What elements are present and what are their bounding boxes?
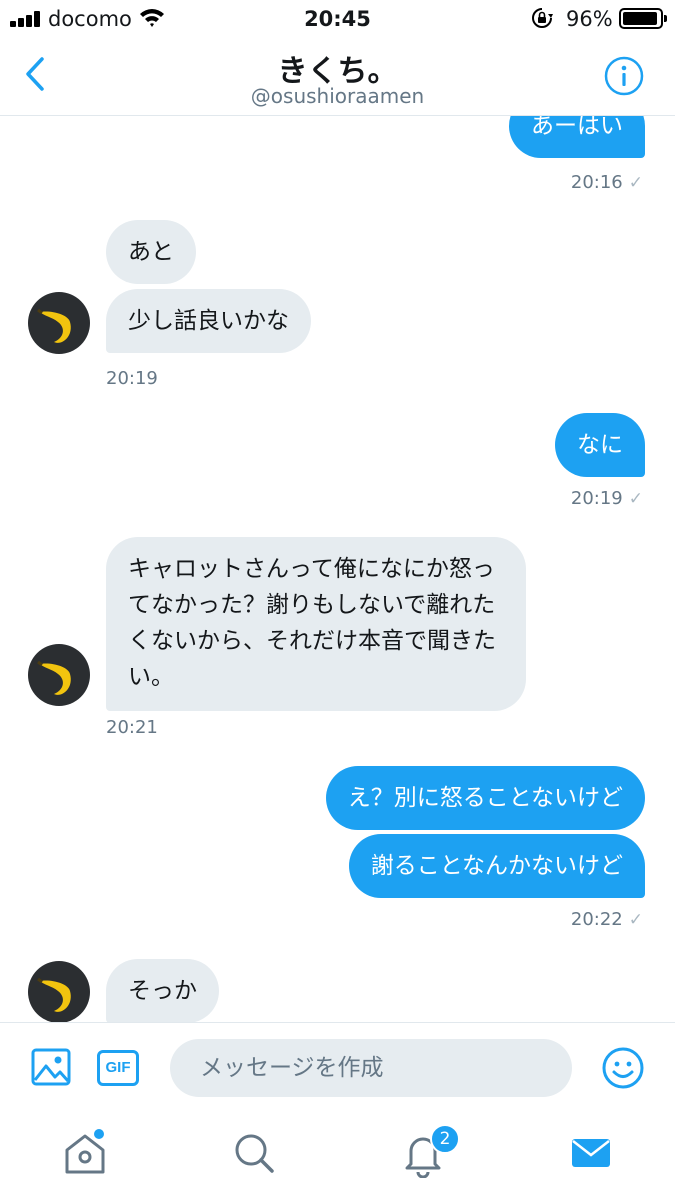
message-bubble-incoming[interactable]: キャロットさんって俺になにか怒ってなかった？謝りもしないで離れたくないから、それ… xyxy=(106,537,526,711)
message-bubble-incoming[interactable]: 少し話良いかな xyxy=(106,289,311,353)
message-timestamp: 20:16 ✓ xyxy=(570,172,643,193)
message-bubble-outgoing[interactable]: あーはい xyxy=(509,116,645,158)
banana-avatar-icon xyxy=(37,977,71,1012)
emoji-icon[interactable] xyxy=(602,1047,644,1089)
mail-icon[interactable] xyxy=(566,1128,616,1178)
banana-avatar-icon xyxy=(37,660,71,695)
conversation-handle: @osushioraamen xyxy=(250,84,425,108)
battery-percentage: 96% xyxy=(566,7,613,31)
read-check-icon: ✓ xyxy=(628,489,643,509)
avatar[interactable] xyxy=(28,644,90,706)
conversation-header: きくち。 @osushioraamen xyxy=(0,38,675,116)
home-unread-dot xyxy=(94,1129,104,1139)
notification-badge: 2 xyxy=(430,1124,460,1154)
message-timestamp: 20:19 xyxy=(106,368,158,389)
gif-button[interactable]: GIF xyxy=(97,1050,139,1086)
image-icon[interactable] xyxy=(31,1047,71,1087)
read-check-icon: ✓ xyxy=(628,910,643,930)
message-bubble-outgoing[interactable]: なに xyxy=(555,413,645,477)
status-bar: docomo 20:45 96% xyxy=(0,0,675,38)
battery-icon xyxy=(619,8,667,29)
message-bubble-outgoing[interactable]: 謝ることなんかないけど xyxy=(348,834,645,898)
message-bubble-incoming[interactable]: あと xyxy=(106,220,196,284)
message-timestamp: 20:22 ✓ xyxy=(570,909,643,930)
message-timestamp: 20:19 ✓ xyxy=(570,488,643,509)
rotation-lock-icon xyxy=(532,8,553,28)
info-icon[interactable] xyxy=(604,56,644,96)
message-composer: GIF xyxy=(0,1022,675,1110)
read-check-icon: ✓ xyxy=(628,173,643,193)
message-timestamp: 20:21 xyxy=(106,717,158,738)
message-input[interactable] xyxy=(170,1039,572,1097)
search-icon[interactable] xyxy=(229,1128,279,1178)
avatar[interactable] xyxy=(28,961,90,1022)
message-bubble-incoming[interactable]: そっか xyxy=(106,959,219,1022)
banana-avatar-icon xyxy=(37,308,71,343)
avatar[interactable] xyxy=(28,292,90,354)
message-bubble-outgoing[interactable]: え？別に怒ることないけど xyxy=(325,766,645,830)
message-thread[interactable]: あーはい 20:16 ✓ あと 少し話良いかな 20:19 なに 20:19 ✓ キ… xyxy=(0,116,675,1022)
tab-bar: 2 xyxy=(0,1110,675,1200)
